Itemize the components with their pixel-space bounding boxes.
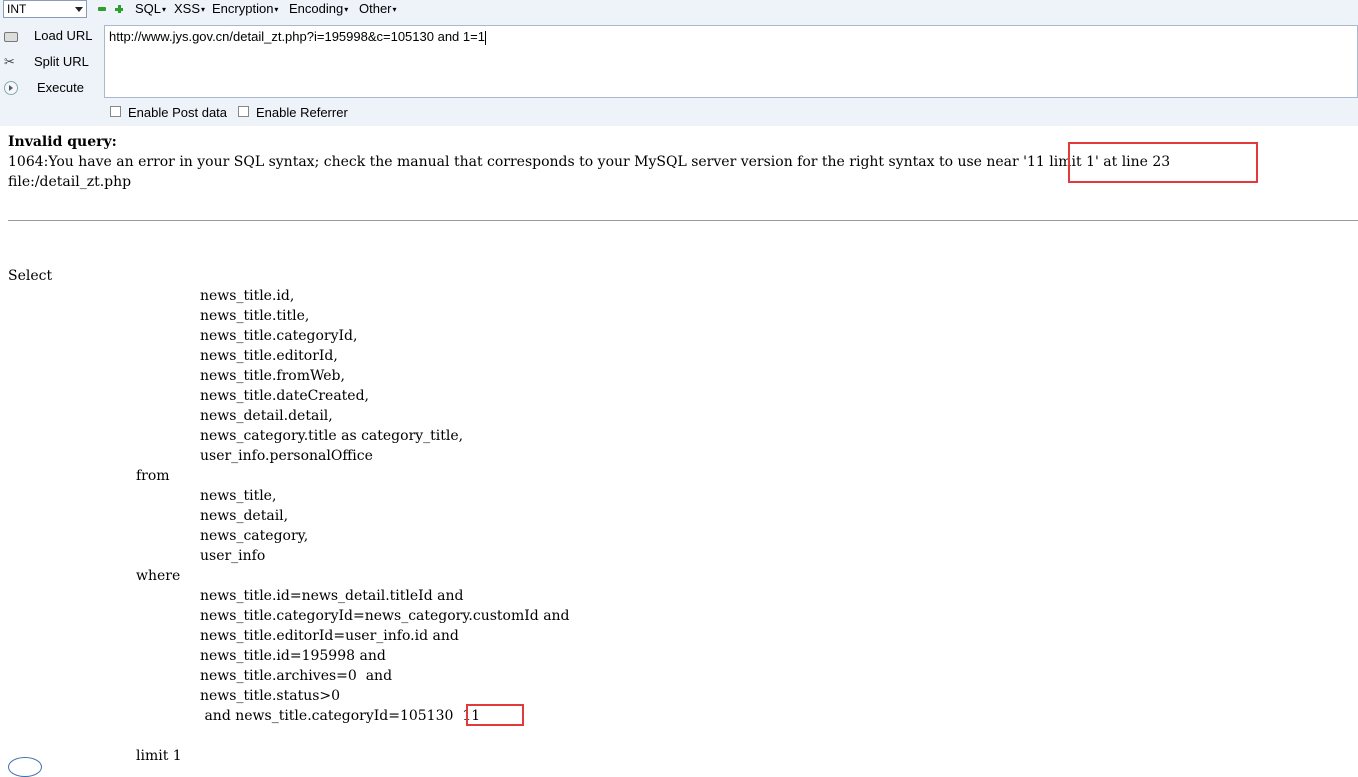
sql-line: news_title.id=news_detail.titleId and	[200, 588, 464, 604]
sql-line: news_title.status>0	[200, 688, 341, 704]
sql-line: news_title.title,	[200, 308, 310, 324]
text-cursor	[484, 30, 486, 45]
load-icon	[4, 32, 18, 42]
menu-xss-label: XSS	[174, 1, 201, 16]
split-url-button[interactable]: ✂ Split URL	[4, 51, 96, 73]
divider	[8, 220, 1358, 221]
execute-label: Execute	[37, 80, 84, 95]
scissors-icon: ✂	[4, 54, 15, 69]
sql-line: news_title.dateCreated,	[200, 388, 369, 404]
sql-line: news_title.editorId,	[200, 348, 338, 364]
menu-sql-label: SQL	[135, 1, 162, 16]
sql-line: news_title.categoryId=news_category.cust…	[200, 608, 570, 624]
menu-other[interactable]: Other▾	[359, 1, 397, 18]
type-select[interactable]: INT	[3, 0, 87, 18]
url-text: http://www.jys.gov.cn/detail_zt.php?i=19…	[109, 29, 485, 44]
chevron-down-icon	[75, 7, 83, 12]
checkbox-box[interactable]	[110, 106, 121, 117]
sql-line: news_detail,	[200, 508, 289, 524]
url-textarea[interactable]: http://www.jys.gov.cn/detail_zt.php?i=19…	[104, 25, 1358, 98]
sql-line: news_title.categoryId,	[200, 328, 358, 344]
split-url-label: Split URL	[34, 54, 89, 69]
sql-line: user_info	[200, 548, 266, 564]
plus-icon[interactable]	[115, 5, 123, 13]
minus-icon[interactable]	[98, 7, 106, 11]
error-file: file:/detail_zt.php	[8, 174, 132, 190]
sql-line: news_title.editorId=user_info.id and	[200, 628, 459, 644]
sql-line: where	[136, 568, 181, 584]
sql-line: user_info.personalOffice	[200, 448, 373, 464]
sql-line: limit 1	[136, 748, 182, 764]
checkbox-box[interactable]	[238, 106, 249, 117]
sql-line: news_category,	[200, 528, 309, 544]
execute-button[interactable]: Execute	[4, 77, 96, 99]
load-url-label: Load URL	[34, 28, 93, 43]
enable-referrer-label: Enable Referrer	[256, 105, 348, 120]
sql-line: news_title,	[200, 488, 277, 504]
sql-line: news_detail.detail,	[200, 408, 333, 424]
sql-line: news_title.id=195998 and	[200, 648, 386, 664]
hackbar-toolbar: INT SQL▾ XSS▾ Encryption▾ Encoding▾ Othe…	[0, 0, 1358, 126]
menu-encryption[interactable]: Encryption▾	[212, 1, 278, 18]
play-icon	[4, 81, 18, 95]
menu-encoding-label: Encoding	[289, 1, 344, 16]
menu-encryption-label: Encryption	[212, 1, 274, 16]
error-message: 1064:You have an error in your SQL synta…	[8, 154, 1171, 170]
highlight-box-injection	[466, 704, 524, 726]
sql-line: and news_title.categoryId=105130 11	[200, 708, 481, 724]
load-url-button[interactable]: Load URL	[4, 25, 96, 47]
type-select-value: INT	[7, 2, 27, 16]
sql-line: news_title.archives=0 and	[200, 668, 393, 684]
menu-row: INT SQL▾ XSS▾ Encryption▾ Encoding▾ Othe…	[0, 0, 1358, 20]
sql-line: Select	[8, 268, 53, 284]
globe-icon	[8, 757, 42, 777]
menu-sql[interactable]: SQL▾	[135, 1, 166, 18]
sql-line: from	[136, 468, 170, 484]
enable-post-label: Enable Post data	[128, 105, 228, 120]
menu-other-label: Other	[359, 1, 392, 16]
sql-line: news_title.fromWeb,	[200, 368, 345, 384]
sql-line: news_title.id,	[200, 288, 295, 304]
menu-xss[interactable]: XSS▾	[174, 1, 205, 18]
sql-line: news_category.title as category_title,	[200, 428, 464, 444]
error-title: Invalid query:	[8, 134, 117, 150]
highlight-box-error	[1068, 142, 1258, 183]
menu-encoding[interactable]: Encoding▾	[289, 1, 348, 18]
